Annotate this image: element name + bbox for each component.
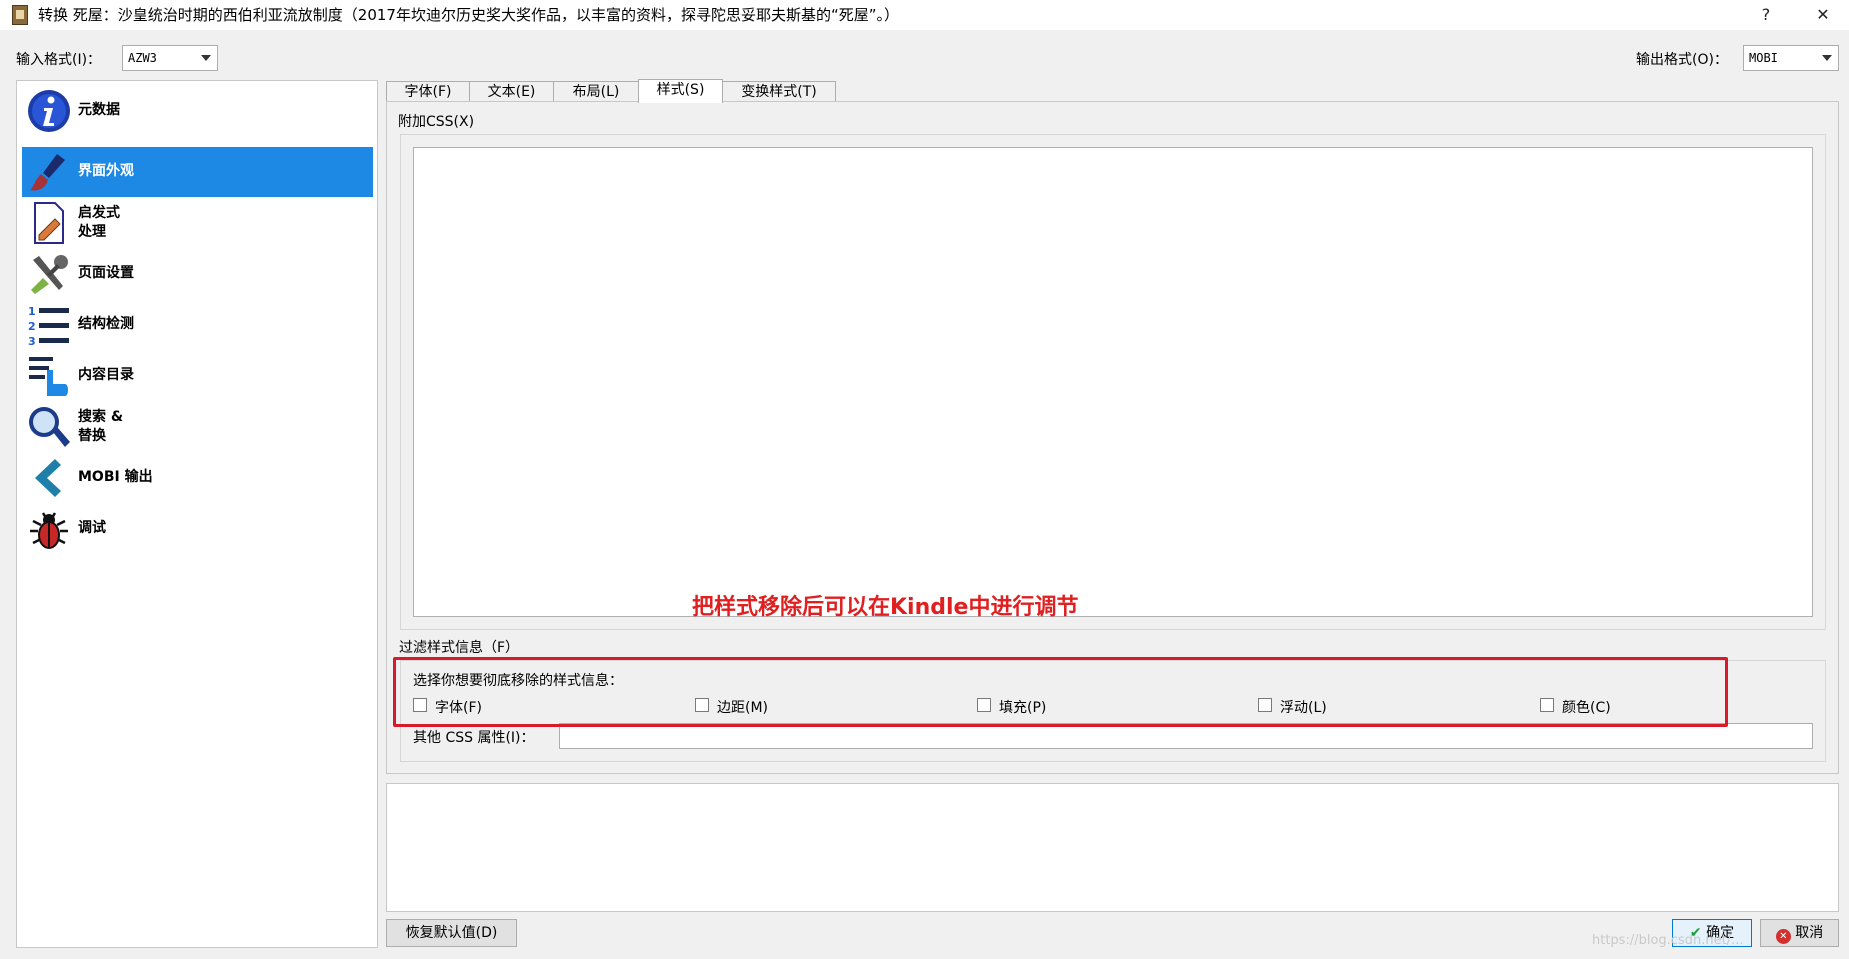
svg-text:2: 2	[28, 320, 36, 333]
help-description-area	[386, 783, 1839, 912]
sidebar-item-heuristics[interactable]: 启发式 处理	[22, 198, 373, 248]
numbered-list-icon: 1 2 3	[28, 305, 69, 347]
close-window-button[interactable]: ✕	[1803, 2, 1843, 28]
annotation-highlight-box	[393, 657, 1728, 727]
document-pencil-icon	[34, 202, 64, 244]
output-format-select[interactable]: MOBI	[1743, 45, 1839, 71]
title-bar: 转换 死屋：沙皇统治时期的西伯利亚流放制度（2017年坎迪尔历史奖大奖作品，以丰…	[0, 0, 1849, 30]
tab-styling[interactable]: 样式(S)	[638, 79, 723, 103]
bug-icon	[30, 512, 68, 549]
svg-text:3: 3	[28, 335, 36, 347]
chevron-down-icon	[1822, 55, 1832, 61]
sidebar-item-look-and-feel[interactable]: 界面外观	[22, 147, 373, 197]
sidebar-item-table-of-contents[interactable]: 内容目录	[22, 351, 373, 401]
toc-hand-icon	[29, 357, 68, 396]
filter-style-title: 过滤样式信息（F）	[399, 640, 520, 656]
sidebar-item-mobi-output[interactable]: MOBI 输出	[22, 453, 373, 503]
sidebar-item-debug[interactable]: 调试	[22, 504, 373, 554]
watermark: https://blog.csdn.net/...	[1592, 933, 1744, 948]
tab-font[interactable]: 字体(F)	[386, 81, 470, 103]
svg-text:1: 1	[28, 305, 36, 318]
tools-icon	[31, 255, 68, 294]
output-format-value: MOBI	[1749, 51, 1778, 65]
input-format-label: 输入格式(I)：	[16, 52, 102, 68]
input-format-value: AZW3	[128, 51, 157, 65]
sidebar-item-label: 内容目录	[78, 367, 134, 383]
chevron-left-icon	[35, 459, 61, 497]
tab-transform-styles[interactable]: 变换样式(T)	[722, 81, 836, 103]
sidebar: 元数据 界面外观 启发式 处理 页面设置 1 2 3 结构检测 内容目录 搜索 …	[16, 80, 378, 948]
sidebar-item-metadata[interactable]: 元数据	[22, 86, 373, 136]
output-format-label: 输出格式(O)：	[1636, 52, 1728, 68]
other-css-properties-label: 其他 CSS 属性(I)：	[413, 730, 535, 746]
sidebar-item-label: 搜索 & 替换	[78, 409, 124, 444]
extra-css-label: 附加CSS(X)	[398, 114, 475, 130]
tab-text[interactable]: 文本(E)	[469, 81, 554, 103]
magnifier-icon	[29, 407, 70, 447]
paintbrush-icon	[30, 154, 65, 191]
sidebar-item-page-setup[interactable]: 页面设置	[22, 249, 373, 299]
sidebar-item-structure-detection[interactable]: 1 2 3 结构检测	[22, 300, 373, 350]
cancel-button[interactable]: ✕ 取消	[1760, 919, 1839, 947]
sidebar-item-label: 结构检测	[78, 316, 134, 332]
extra-css-textarea[interactable]	[413, 147, 1813, 617]
sidebar-item-label: 元数据	[78, 102, 120, 118]
calibre-app-icon	[12, 5, 28, 25]
sidebar-item-search-replace[interactable]: 搜索 & 替换	[22, 402, 373, 452]
sidebar-item-label: 启发式 处理	[78, 205, 120, 240]
window-title: 转换 死屋：沙皇统治时期的西伯利亚流放制度（2017年坎迪尔历史奖大奖作品，以丰…	[38, 6, 899, 24]
chevron-down-icon	[201, 55, 211, 61]
sidebar-item-label: MOBI 输出	[78, 469, 153, 485]
sidebar-item-label: 界面外观	[78, 163, 134, 179]
cancel-button-label: 取消	[1795, 925, 1824, 941]
help-button[interactable]: ?	[1746, 2, 1786, 28]
annotation-text: 把样式移除后可以在Kindle中进行调节	[692, 595, 1079, 620]
sidebar-item-label: 页面设置	[78, 265, 134, 281]
sidebar-item-label: 调试	[78, 520, 106, 536]
restore-defaults-button[interactable]: 恢复默认值(D)	[386, 919, 517, 947]
cancel-x-icon: ✕	[1775, 929, 1791, 944]
info-icon	[28, 90, 70, 132]
input-format-select[interactable]: AZW3	[122, 45, 218, 71]
tab-layout[interactable]: 布局(L)	[553, 81, 639, 103]
